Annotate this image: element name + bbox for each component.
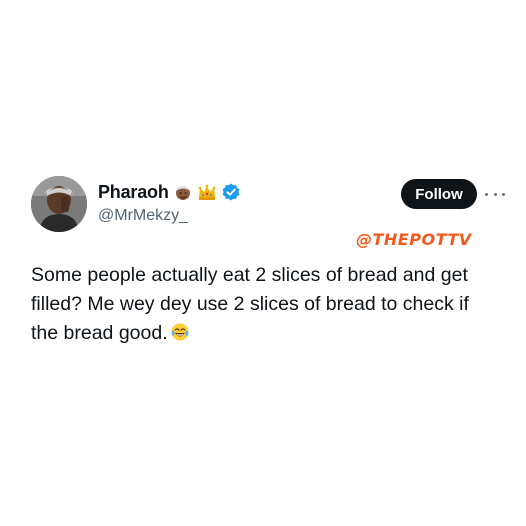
verified-badge-icon [221, 182, 241, 202]
crown-emoji-icon [197, 182, 217, 202]
author-handle[interactable]: @MrMekzy_ [98, 207, 188, 225]
dot [485, 192, 488, 196]
author-name-row: Pharaoh [98, 180, 241, 204]
dot [502, 192, 505, 196]
man-with-turban-emoji-icon [173, 182, 193, 202]
tweet-body: Some people actually eat 2 slices of bre… [31, 264, 469, 344]
tweet-text: Some people actually eat 2 slices of bre… [31, 261, 501, 348]
tweet-card: Pharaoh @MrMekzy_ Follow @THEPOTTV Some … [0, 0, 526, 526]
follow-button[interactable]: Follow [401, 179, 477, 209]
watermark: @THEPOTTV [356, 230, 472, 249]
face-with-tears-of-joy-emoji-icon [170, 322, 190, 342]
display-name[interactable]: Pharaoh [98, 182, 169, 203]
more-options-icon[interactable] [485, 186, 505, 202]
dot [493, 192, 497, 196]
avatar[interactable] [31, 176, 87, 232]
